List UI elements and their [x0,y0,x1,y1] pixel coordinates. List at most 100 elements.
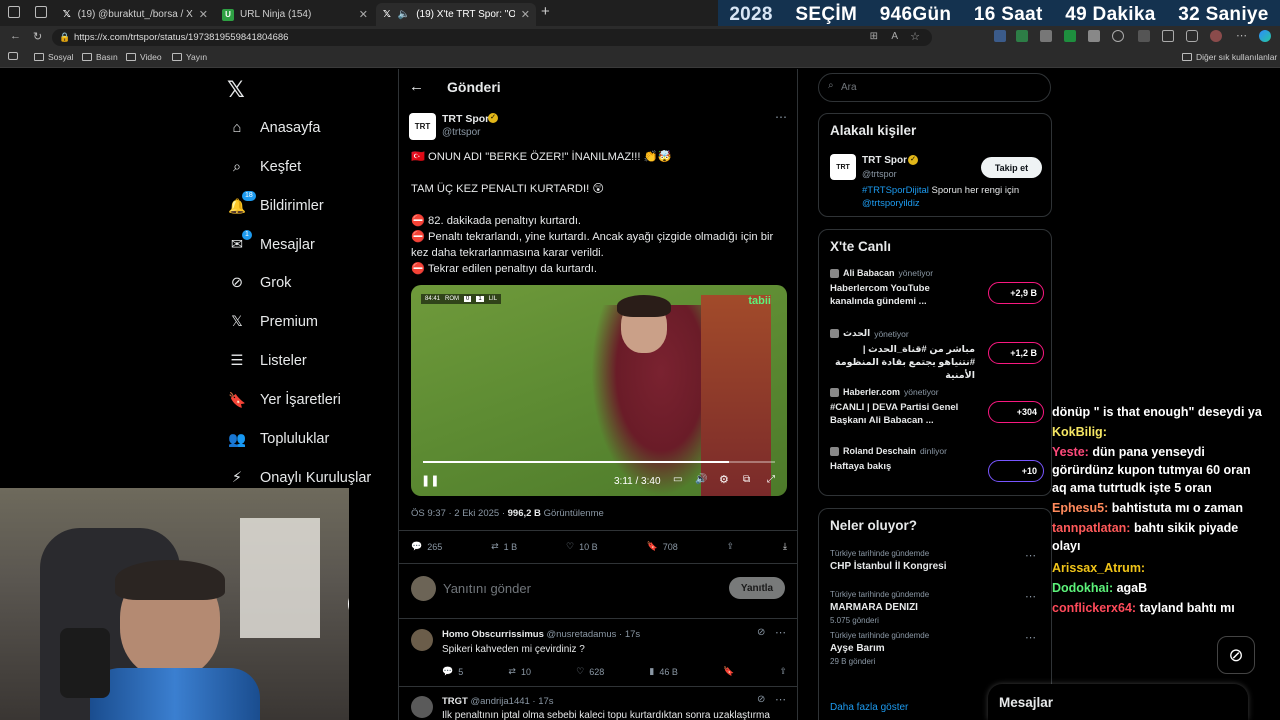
live-item[interactable]: Ali Babacan yönetiyor Haberlercom YouTube … [830,268,1044,308]
tab-url-ninja[interactable]: U URL Ninja (154) ✕ [216,3,374,26]
author-name[interactable]: TRT Spor [442,113,489,125]
more-options-icon[interactable]: ⋯ [775,626,786,639]
author-avatar[interactable]: TRT [409,113,436,140]
sidebar-item-mesajlar[interactable]: ✉ 1 Mesajlar [228,230,315,254]
related-name[interactable]: TRT Spor [862,155,907,166]
trend-item[interactable]: Türkiye tarihinde gündemde Ayşe Barım 29 B… [830,631,1044,666]
speaker-icon[interactable]: 🔈 [398,9,410,20]
bookmark-yayin[interactable]: Yayın [172,52,207,62]
more-options-icon[interactable]: ⋯ [1025,590,1036,603]
bio-mention-link[interactable]: @trtsporyildiz [862,198,920,209]
reload-icon[interactable]: ↻ [33,30,42,43]
extension-4-icon[interactable] [1064,30,1076,42]
copilot-icon[interactable] [1259,30,1271,42]
show-more-link[interactable]: Daha fazla göster [830,702,908,713]
sidebar-item-listeler[interactable]: ☰ Listeler [228,352,307,370]
address-bar[interactable]: 🔒 https://x.com/trtspor/status/197381955… [52,29,932,46]
search-input[interactable]: Ara [841,82,857,93]
pause-icon[interactable]: ❚❚ [421,474,439,487]
bookmark-basin[interactable]: Basın [82,52,118,62]
sidebar-item-topluluklar[interactable]: 👥 Topluluklar [228,430,329,448]
related-avatar[interactable]: TRT [830,154,856,180]
sidebar-item-yer-i̇şaretleri[interactable]: 🔖 Yer İşaretleri [228,391,341,409]
close-tab-icon[interactable]: ✕ [199,8,208,21]
grok-icon[interactable]: ⊘ [757,627,765,638]
extension-3-icon[interactable] [1040,30,1052,42]
bookmark-button[interactable]: 🔖 708 [646,541,677,552]
grok-icon[interactable]: ⊘ [757,694,765,705]
more-options-icon[interactable]: ⋯ [1025,549,1036,562]
reply-button[interactable]: 💬 265 [411,541,442,552]
extension-7-icon[interactable] [1138,30,1150,42]
reply-button[interactable]: 💬 5 [442,666,463,677]
more-options-icon[interactable]: ⋯ [1025,631,1036,644]
live-item[interactable]: الحدث yönetiyor مباشر من #قناة_الحدث | #نت… [830,328,1044,382]
extension-5-icon[interactable] [1088,30,1100,42]
views-button[interactable]: ▮ 46 B [649,666,677,677]
tab-borsa[interactable]: 𝕏 (19) @buraktut_/borsa / X ✕ [56,3,214,26]
extension-1-icon[interactable] [994,30,1006,42]
share-button[interactable]: ⇪ [779,666,787,677]
reply-submit-button[interactable]: Yanıtla [729,577,785,599]
sidebar-item-onaylı-kuruluşlar[interactable]: ⚡ Onaylı Kuruluşlar [228,469,371,487]
sidebar-item-premium[interactable]: 𝕏 Premium [228,313,318,331]
tab-actions-icon[interactable] [35,6,47,18]
more-options-icon[interactable]: ⋯ [775,693,786,706]
favorites-icon[interactable] [1162,30,1174,42]
favorite-star-icon[interactable]: ☆ [910,30,920,43]
back-arrow-icon[interactable]: ← [409,78,424,95]
live-item[interactable]: Roland Deschain dinliyor Haftaya bakış +10 [830,446,1044,482]
read-aloud-icon[interactable]: A [891,31,898,42]
bookmark-video[interactable]: Video [126,52,162,62]
reply-author[interactable]: TRGT [442,696,468,707]
trend-item[interactable]: Türkiye tarihinde gündemde CHP İstanbul İ… [830,549,1044,572]
sidebar-item-bildirimler[interactable]: 🔔 18 Bildirimler [228,191,324,215]
bookmark-button[interactable]: 🔖 [723,666,734,677]
trend-item[interactable]: Türkiye tarihinde gündemde MARMARA DENIZI… [830,590,1044,625]
reader-icon[interactable]: ⊞ [870,31,878,42]
retweet-button[interactable]: ⇄ 10 [508,666,531,677]
like-button[interactable]: ♡ 10 B [566,541,598,552]
tweet-timestamp[interactable]: ÖS 9:37 · 2 Eki 2025 · [411,508,505,519]
extension-6-icon[interactable] [1112,30,1124,42]
bookmark-sosyal[interactable]: Sosyal [34,52,74,62]
retweet-button[interactable]: ⇄ 1 B [491,541,517,552]
close-tab-icon[interactable]: ✕ [359,8,368,21]
bio-hashtag-link[interactable]: #TRTSporDijital [862,185,929,196]
fullscreen-icon[interactable]: ⤢ [767,474,775,485]
more-menu-icon[interactable]: ⋯ [1236,29,1247,42]
volume-icon[interactable]: 🔊 [695,474,707,485]
reply-input[interactable]: Yanıtını gönder [443,581,531,596]
settings-gear-icon[interactable]: ⚙ [719,473,729,486]
reply-author[interactable]: Homo Obscurrissimus [442,629,544,640]
x-logo-icon[interactable]: 𝕏 [227,77,245,103]
sidebar-item-keşfet[interactable]: ⌕ Keşfet [228,158,301,176]
share-button[interactable]: ⇪ [727,541,735,552]
bookmarks-menu-icon[interactable] [8,52,18,60]
more-options-icon[interactable]: ⋯ [775,110,787,124]
search-box[interactable]: ⌕ Ara [818,73,1051,102]
browser-profile-icon[interactable] [8,6,20,18]
grok-fab-icon[interactable]: ⊘ [1217,636,1255,674]
extension-2-icon[interactable] [1016,30,1028,42]
messages-drawer[interactable]: Mesajlar [988,684,1248,720]
like-button[interactable]: ♡ 628 [576,666,604,677]
pip-icon[interactable]: ⧉ [743,474,750,485]
new-tab-icon[interactable]: + [541,3,550,20]
follow-button[interactable]: Takip et [981,157,1042,178]
other-bookmarks[interactable]: Diğer sık kullanılanlar [1182,52,1277,62]
video-progress-track[interactable] [423,461,775,463]
live-item[interactable]: Haberler.com yönetiyor #CANLI | DEVA Parti… [830,387,1044,427]
video-player[interactable]: 84:41 ROM 0 1 LIL tabii ❚❚ 3:11 / 3:40 ▭… [411,285,787,496]
author-handle[interactable]: @trtspor [442,127,481,138]
tab-trt-spor[interactable]: 𝕏 🔈 (19) X'te TRT Spor: "ONUN ✕ [376,3,536,26]
sidebar-item-anasayfa[interactable]: ⌂ Anasayfa [228,119,321,137]
download-button[interactable]: ⤓ [783,541,787,552]
reply-avatar[interactable] [411,696,433,718]
reply-avatar[interactable] [411,629,433,651]
close-tab-icon[interactable]: ✕ [521,8,530,21]
sidebar-item-grok[interactable]: ⊘ Grok [228,274,292,292]
shield-icon[interactable] [1186,30,1198,42]
captions-icon[interactable]: ▭ [673,474,682,485]
profile-avatar[interactable] [1210,30,1222,42]
